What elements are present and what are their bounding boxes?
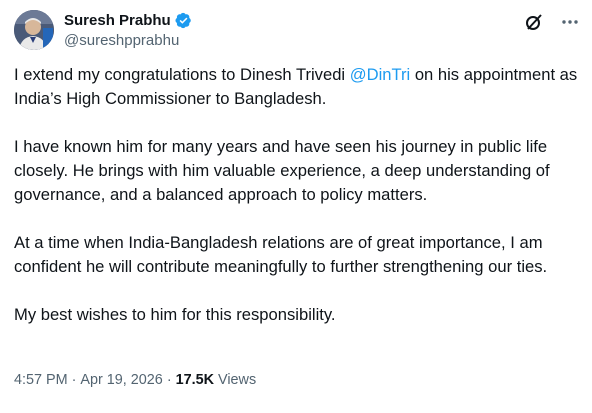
- author-handle[interactable]: @sureshpprabhu: [64, 31, 192, 50]
- post-date[interactable]: Apr 19, 2026: [80, 372, 162, 388]
- post-paragraph-1: I extend my congratulations to Dinesh Tr…: [14, 63, 584, 111]
- post-text: I extend my congratulations to Dinesh Tr…: [14, 63, 584, 327]
- verified-badge-icon: [175, 12, 192, 29]
- mention-link[interactable]: @DinTri: [350, 65, 410, 84]
- name-row: Suresh Prabhu: [64, 11, 192, 30]
- meta-separator: ·: [71, 372, 77, 388]
- author-display-name[interactable]: Suresh Prabhu: [64, 11, 171, 30]
- post-time[interactable]: 4:57 PM: [14, 372, 68, 388]
- meta-separator: ·: [166, 372, 172, 388]
- post-meta: 4:57 PM · Apr 19, 2026 · 17.5K Views: [14, 370, 256, 390]
- post-paragraph-3: At a time when India-Bangladesh relation…: [14, 233, 548, 276]
- grok-icon[interactable]: [524, 12, 544, 32]
- post-paragraph-4: My best wishes to him for this responsib…: [14, 305, 336, 324]
- views-count[interactable]: 17.5K: [176, 372, 214, 388]
- post-text-segment: I extend my congratulations to Dinesh Tr…: [14, 65, 350, 84]
- more-options-icon[interactable]: [560, 12, 580, 32]
- post-paragraph-2: I have known him for many years and have…: [14, 137, 550, 204]
- author-info: Suresh Prabhu @sureshpprabhu: [64, 11, 192, 50]
- avatar-image: [14, 10, 54, 50]
- views-label: Views: [218, 372, 257, 388]
- post-header: Suresh Prabhu @sureshpprabhu: [14, 10, 580, 50]
- avatar[interactable]: [14, 10, 54, 50]
- post-card: Suresh Prabhu @sureshpprabhu I extend my…: [0, 0, 592, 413]
- header-actions: [524, 12, 580, 32]
